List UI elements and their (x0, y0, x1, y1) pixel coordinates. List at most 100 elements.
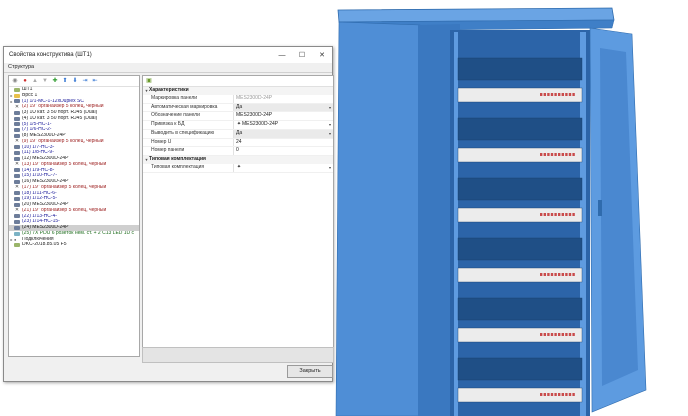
port-led (565, 333, 568, 336)
dropdown-arrow-icon[interactable]: ▾ (327, 121, 333, 129)
delete-icon[interactable]: ● (21, 77, 29, 85)
property-name: Выводить в спецификацию (151, 129, 215, 136)
port-led (568, 213, 572, 216)
up-icon[interactable]: ⬆ (61, 77, 69, 85)
property-row-kit[interactable]: Типовая комплектация ✦ ▾ (143, 163, 333, 173)
port-led (540, 213, 543, 216)
property-grid: ▾ Характеристики Маркировка панели MES230… (143, 87, 333, 173)
x-icon: ✕ (14, 138, 20, 145)
property-row[interactable]: Выводить в спецификацию Да ▾ (143, 129, 333, 139)
add-icon[interactable]: ✚ (51, 77, 59, 85)
property-value[interactable]: Да ▾ (233, 129, 333, 138)
close-window-button[interactable]: ✕ (312, 47, 332, 63)
dropdown-arrow-icon[interactable]: ▾ (327, 104, 333, 112)
rack-icon (14, 128, 20, 133)
property-row[interactable]: Маркировка панели MES2300D-24P (143, 94, 333, 104)
rack-icon (14, 133, 20, 138)
dropdown-arrow-icon[interactable]: ▾ (327, 130, 333, 138)
x-icon: ✕ (14, 104, 20, 110)
patch-panel-unit (457, 57, 583, 81)
close-button[interactable]: Закрыть (287, 365, 333, 378)
port-led (550, 393, 554, 396)
port-led (565, 93, 568, 96)
dropdown-arrow-icon[interactable]: ▾ (327, 164, 333, 172)
rack-icon (14, 151, 20, 156)
port-led (572, 273, 575, 276)
port-led (540, 393, 543, 396)
port-led (547, 393, 550, 396)
property-value[interactable]: MES2300D-24P (233, 112, 333, 120)
property-row[interactable]: Привязка к БД ✦ MES2300D-24P ▾ (143, 121, 333, 130)
tree-item-label: DKC-2018.85.05 F5 (22, 242, 67, 248)
property-name: Обозначение панели (151, 112, 200, 119)
property-value-text: MES2300D-24P (236, 94, 273, 101)
port-led (558, 333, 561, 336)
property-value-text: Да (236, 103, 243, 110)
x-icon: ✕ (14, 207, 20, 214)
port-led (540, 93, 543, 96)
port-led (568, 153, 572, 156)
port-led (572, 153, 575, 156)
export-icon[interactable]: ⇥ (81, 77, 89, 85)
property-row[interactable]: Автоматическая маркировка Да ▾ (143, 103, 333, 113)
maximize-button[interactable]: ☐ (292, 47, 312, 63)
property-name: Типовая комплектация (151, 163, 205, 170)
properties-dialog: Свойства конструктива (ШТ1) — ☐ ✕ Структ… (3, 46, 334, 382)
patch-panel-unit (457, 357, 583, 381)
port-led (561, 93, 564, 96)
port-led (565, 153, 568, 156)
rack-icon (14, 145, 20, 150)
cabinet-side-panel (335, 21, 421, 416)
rack-icon (14, 220, 20, 225)
property-value[interactable]: 24 (233, 138, 333, 147)
port-led (543, 93, 546, 96)
property-value[interactable]: Да ▾ (233, 103, 333, 112)
structure-tree[interactable]: ШТ1 ▸ Врсс 1 ▸ (1) 1/1-МС-1-12xDuplex SC ✕ (2)… (9, 87, 139, 248)
port-led (550, 93, 554, 96)
property-value-text: 0 (236, 147, 239, 154)
down-icon[interactable]: ⬇ (71, 77, 79, 85)
pdu-icon (14, 231, 20, 236)
collapse-icon[interactable]: ◉ (11, 77, 19, 85)
port-led (565, 393, 568, 396)
patch-panel-unit (457, 237, 583, 261)
property-row[interactable]: Обозначение панели MES2300D-24P (143, 112, 333, 121)
port-led (554, 93, 557, 96)
rack-icon (14, 99, 20, 104)
section-kit[interactable]: ▾ Типовая комплектация (143, 156, 333, 164)
port-led (547, 153, 550, 156)
property-toolbar: ▣ (143, 76, 333, 87)
rack-icon (14, 202, 20, 207)
rack-icon (14, 110, 20, 115)
cabinet-roof (337, 7, 615, 23)
description-box (142, 347, 334, 363)
property-row[interactable]: Номер панели 0 (143, 147, 333, 156)
property-value[interactable]: ✦ MES2300D-24P ▾ (233, 121, 333, 129)
import-icon[interactable]: ⇤ (91, 77, 99, 85)
move-up-icon[interactable]: ▲ (31, 77, 39, 85)
port-led (550, 273, 554, 276)
port-led (572, 393, 575, 396)
tree-item[interactable]: DKC-2018.85.05 F5 (9, 242, 139, 248)
property-value-text: Да (236, 129, 243, 136)
minimize-button[interactable]: — (272, 47, 292, 63)
port-led (554, 153, 557, 156)
port-led (565, 213, 568, 216)
port-led (554, 393, 557, 396)
doc-icon (14, 87, 20, 92)
property-value-text: MES2300D-24P (242, 121, 279, 127)
port-led (558, 153, 561, 156)
properties-icon[interactable]: ▣ (145, 77, 153, 85)
patch-panel-unit (457, 297, 583, 321)
section-characteristics[interactable]: ▾ Характеристики (143, 87, 333, 95)
property-value[interactable]: 0 (233, 147, 333, 155)
property-value: MES2300D-24P (233, 94, 333, 103)
port-led (550, 213, 554, 216)
property-row[interactable]: Номер U 24 (143, 138, 333, 148)
port-led (568, 273, 572, 276)
property-value-text: MES2300D-24P (236, 112, 273, 119)
port-led (558, 393, 561, 396)
property-value[interactable]: ✦ ▾ (233, 163, 333, 172)
move-down-icon[interactable]: ▼ (41, 77, 49, 85)
port-led (543, 333, 546, 336)
